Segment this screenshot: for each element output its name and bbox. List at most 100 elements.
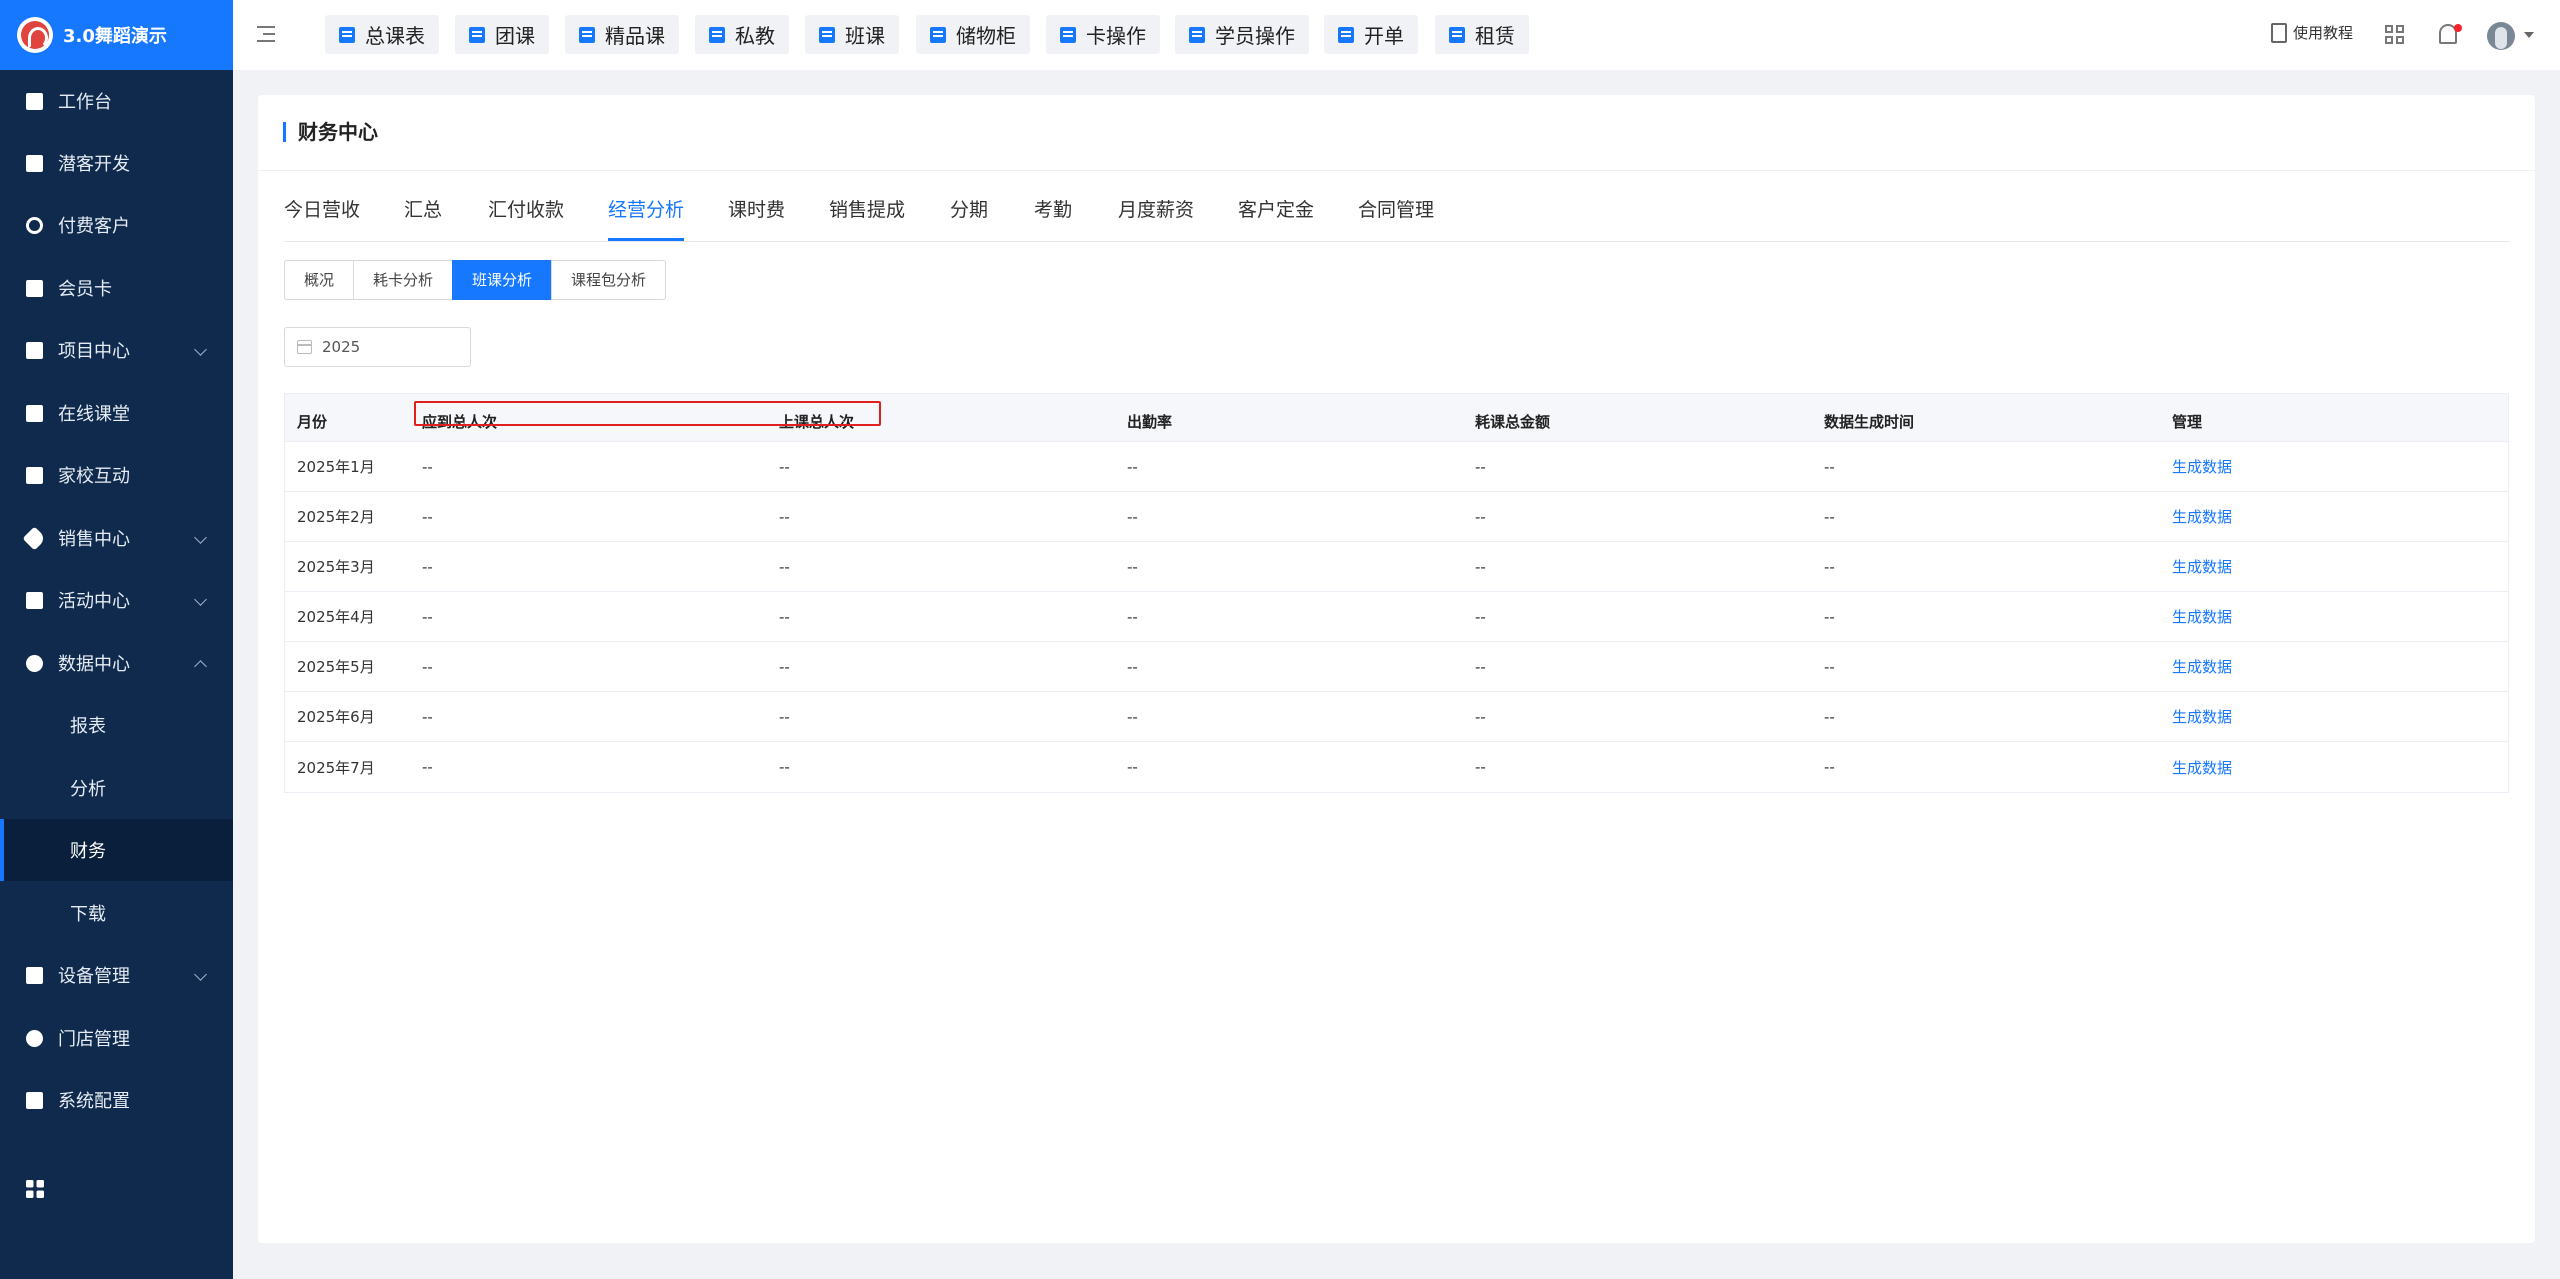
brand-header[interactable]: 3.0舞蹈演示 [0, 0, 233, 70]
table-cell: -- [1475, 457, 1486, 476]
quick-nav-class-course[interactable]: 班课 [805, 15, 899, 54]
column-header: 耗课总金额 [1475, 413, 1551, 431]
sidebar-item-label: 工作台 [58, 92, 112, 113]
list-icon [26, 341, 43, 359]
column-header: 数据生成时间 [1824, 413, 1915, 431]
tag-icon [22, 525, 47, 551]
quick-nav-card-operation[interactable]: 卡操作 [1046, 15, 1160, 54]
tab-sales-commission[interactable]: 销售提成 [829, 195, 905, 241]
sidebar-subitem-analysis[interactable]: 分析 [0, 757, 233, 819]
tutorial-link[interactable]: 使用教程 [2271, 22, 2353, 43]
table-cell: -- [1475, 758, 1486, 776]
quick-nav-private-class[interactable]: 私教 [695, 15, 789, 54]
generate-data-link[interactable]: 生成数据 [2172, 742, 2232, 792]
sidebar-item-device-management[interactable]: 设备管理 [0, 944, 233, 1006]
sidebar-item-workbench[interactable]: 工作台 [0, 70, 233, 132]
tab-huifu-collection[interactable]: 汇付收款 [488, 195, 564, 241]
subtab-package-analysis[interactable]: 课程包分析 [551, 260, 667, 300]
collapse-menu-icon[interactable] [257, 26, 275, 42]
quick-nav-billing[interactable]: 开单 [1324, 15, 1418, 54]
sidebar-item-online-classroom[interactable]: 在线课堂 [0, 382, 233, 444]
sidebar-item-paying-customers[interactable]: 付费客户 [0, 194, 233, 256]
card-icon [26, 279, 43, 297]
table-row: 2025年7月 -- -- -- -- -- 生成数据 [285, 742, 2508, 792]
table-cell: -- [779, 657, 790, 676]
table-cell: -- [1824, 758, 1835, 776]
quick-nav-rental[interactable]: 租赁 [1435, 15, 1529, 54]
generate-data-link[interactable]: 生成数据 [2172, 442, 2232, 491]
tab-contract-management[interactable]: 合同管理 [1358, 195, 1434, 241]
book-icon [2271, 22, 2287, 43]
sidebar-item-prospects[interactable]: 潜客开发 [0, 132, 233, 194]
year-picker-value: 2025 [322, 338, 361, 356]
generate-data-link[interactable]: 生成数据 [2172, 592, 2232, 641]
tab-class-fee[interactable]: 课时费 [728, 195, 785, 241]
caret-down-icon[interactable] [2524, 32, 2534, 38]
generate-data-link[interactable]: 生成数据 [2172, 642, 2232, 691]
quick-nav-schedule[interactable]: 总课表 [325, 15, 439, 54]
table-cell: -- [1127, 707, 1138, 726]
subtab-class-analysis[interactable]: 班课分析 [452, 260, 553, 300]
generate-data-link[interactable]: 生成数据 [2172, 542, 2232, 591]
table-cell: -- [1475, 607, 1486, 626]
sidebar-item-system-config[interactable]: 系统配置 [0, 1069, 233, 1131]
avatar[interactable] [2487, 22, 2515, 50]
id-card-icon [26, 154, 43, 172]
pie-chart-icon [26, 654, 43, 672]
table-cell: -- [1824, 657, 1835, 676]
sidebar-item-label: 会员卡 [58, 279, 112, 300]
table-cell: -- [779, 507, 790, 526]
column-header: 月份 [297, 413, 328, 431]
quick-nav-premium-class[interactable]: 精品课 [565, 15, 679, 54]
table-cell: -- [422, 758, 433, 776]
sidebar-subitem-label: 财务 [70, 841, 106, 862]
subtab-card-consumption[interactable]: 耗卡分析 [353, 260, 454, 300]
table-row: 2025年2月 -- -- -- -- -- 生成数据 [285, 492, 2508, 542]
tab-monthly-salary[interactable]: 月度薪资 [1118, 195, 1194, 241]
apps-grid-icon[interactable] [26, 1180, 44, 1198]
quick-nav-group-class[interactable]: 团课 [455, 15, 549, 54]
tab-summary[interactable]: 汇总 [404, 195, 442, 241]
qr-code-icon[interactable] [2385, 25, 2405, 45]
table-cell: -- [1127, 657, 1138, 676]
quick-nav-label: 团课 [495, 24, 535, 48]
tab-installment[interactable]: 分期 [950, 195, 988, 241]
sidebar-item-store-management[interactable]: 门店管理 [0, 1007, 233, 1069]
quick-nav-locker[interactable]: 储物柜 [916, 15, 1030, 54]
brand-name: 3.0舞蹈演示 [63, 26, 167, 47]
table-row: 2025年4月 -- -- -- -- -- 生成数据 [285, 592, 2508, 642]
table-cell: -- [422, 607, 433, 626]
sidebar-subitem-label: 分析 [70, 779, 106, 800]
sidebar-item-data-center[interactable]: 数据中心 [0, 632, 233, 694]
table-cell: 2025年3月 [297, 558, 375, 576]
sidebar-subitem-finance[interactable]: 财务 [0, 819, 233, 881]
sidebar-item-activity-center[interactable]: 活动中心 [0, 569, 233, 631]
table-body: 2025年1月 -- -- -- -- -- 生成数据 2025年2月 -- -- -- -- -- 生成… [285, 442, 2508, 792]
sidebar-item-home-school[interactable]: 家校互动 [0, 444, 233, 506]
image-icon [26, 92, 43, 110]
sidebar-item-project-center[interactable]: 项目中心 [0, 319, 233, 381]
table-cell: -- [1475, 707, 1486, 726]
tab-customer-deposit[interactable]: 客户定金 [1238, 195, 1314, 241]
generate-data-link[interactable]: 生成数据 [2172, 692, 2232, 741]
table-cell: 2025年5月 [297, 658, 375, 676]
calendar-icon [297, 340, 312, 354]
finance-card: 财务中心 今日营收 汇总 汇付收款 经营分析 课时费 销售提成 分期 考勤 月度… [258, 95, 2535, 1243]
tab-business-analysis[interactable]: 经营分析 [608, 195, 685, 241]
users-icon [26, 216, 43, 234]
table-cell: -- [422, 507, 433, 526]
sidebar-item-sales-center[interactable]: 销售中心 [0, 507, 233, 569]
tab-attendance[interactable]: 考勤 [1034, 195, 1072, 241]
sidebar-subitem-reports[interactable]: 报表 [0, 694, 233, 756]
sidebar-item-membership-card[interactable]: 会员卡 [0, 257, 233, 319]
quick-nav-label: 开单 [1364, 24, 1404, 48]
year-picker[interactable]: 2025 [284, 327, 471, 367]
generate-data-link[interactable]: 生成数据 [2172, 492, 2232, 541]
table-cell: -- [1824, 557, 1835, 576]
table-cell: -- [1127, 607, 1138, 626]
tab-today-revenue[interactable]: 今日营收 [284, 195, 360, 241]
subtab-overview[interactable]: 概况 [284, 260, 355, 300]
sidebar-item-label: 活动中心 [58, 591, 130, 612]
sidebar-subitem-download[interactable]: 下载 [0, 882, 233, 944]
quick-nav-student-operation[interactable]: 学员操作 [1175, 15, 1309, 54]
